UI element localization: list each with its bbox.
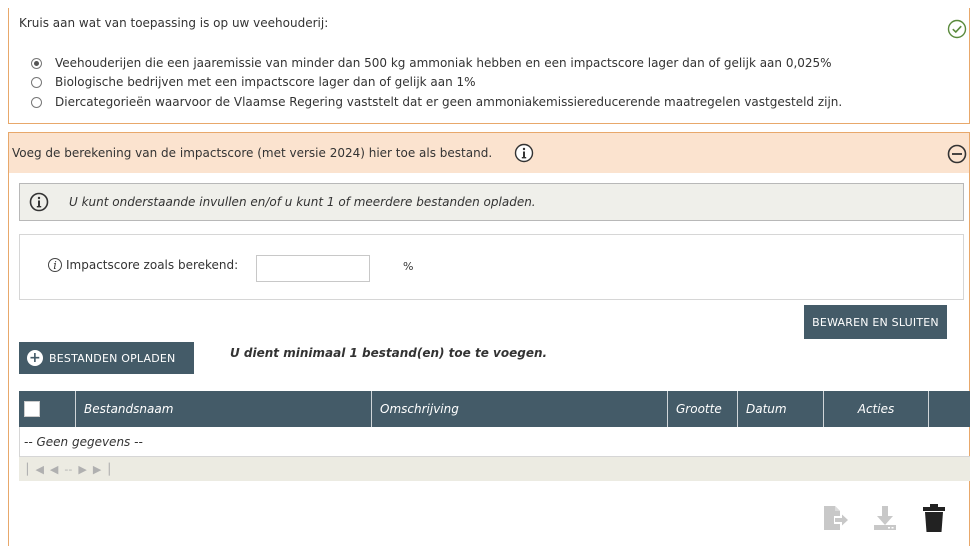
impactscore-label: i Impactscore zoals berekend: [48,258,238,272]
plus-circle-icon: + [27,350,43,366]
info-alert: U kunt onderstaande invullen en/of u kun… [19,183,964,221]
radio-option-3[interactable]: Diercategorieën waarvoor de Vlaamse Rege… [31,95,842,109]
impactscore-panel-title: Voeg de berekening van de impactscore (m… [12,146,493,160]
impactscore-label-text: Impactscore zoals berekend: [66,258,239,272]
empty-text: -- Geen gegevens -- [24,434,143,449]
info-icon[interactable]: i [48,258,62,272]
column-header-datum[interactable]: Datum [738,391,824,427]
column-header-spacer [929,391,970,427]
page-indicator: -- [64,462,73,476]
radio-label: Diercategorieën waarvoor de Vlaamse Rege… [55,95,843,109]
radio-option-1[interactable]: Veehouderijen die een jaaremissie van mi… [31,56,832,70]
impactscore-panel-header[interactable]: Voeg de berekening van de impactscore (m… [9,133,969,173]
veehouderij-panel: Kruis aan wat van toepassing is op uw ve… [8,8,970,124]
column-header-bestandsnaam[interactable]: Bestandsnaam [76,391,372,427]
upload-files-label: BESTANDEN OPLADEN [49,351,176,365]
upload-requirement-note: U dient minimaal 1 bestand(en) toe te vo… [230,346,548,360]
table-row-empty: -- Geen gegevens -- [19,427,970,457]
radio-option-2[interactable]: Biologische bedrijven met een impactscor… [31,75,476,89]
file-actions-toolbar [821,503,947,533]
table-pager: ▏◀ ◀ -- ▶ ▶▕ [19,457,970,481]
impactscore-form: i Impactscore zoals berekend: % [19,234,964,300]
check-circle-icon [947,19,967,39]
select-all-cell [19,391,76,427]
first-page-icon[interactable]: ▏◀ [27,463,44,476]
table-header: Bestandsnaam Omschrijving Grootte Datum … [19,391,970,427]
last-page-icon[interactable]: ▶▕ [93,463,110,476]
column-header-omschrijving[interactable]: Omschrijving [372,391,668,427]
column-header-acties: Acties [824,391,929,427]
export-icon[interactable] [821,504,849,532]
impactscore-panel: Voeg de berekening van de impactscore (m… [8,132,970,546]
radio-label: Biologische bedrijven met een impactscor… [55,75,476,89]
alert-text: U kunt onderstaande invullen en/of u kun… [69,195,536,209]
save-and-close-button[interactable]: BEWAREN EN SLUITEN [804,305,947,339]
radio-button[interactable] [31,96,42,108]
percent-unit: % [403,260,414,273]
impactscore-input[interactable] [256,255,370,282]
minus-circle-icon[interactable] [947,144,967,164]
info-icon [29,192,49,212]
upload-files-button[interactable]: + BESTANDEN OPLADEN [19,342,194,374]
radio-label: Veehouderijen die een jaaremissie van mi… [55,56,832,70]
radio-button[interactable] [31,76,42,88]
select-all-checkbox[interactable] [24,401,40,417]
download-icon[interactable] [871,504,899,532]
veehouderij-question: Kruis aan wat van toepassing is op uw ve… [19,16,329,30]
next-page-icon[interactable]: ▶ [78,463,86,476]
prev-page-icon[interactable]: ◀ [50,463,58,476]
column-header-grootte[interactable]: Grootte [668,391,738,427]
trash-icon[interactable] [921,503,947,533]
info-icon[interactable] [514,143,534,163]
files-table: Bestandsnaam Omschrijving Grootte Datum … [19,391,970,481]
radio-button[interactable] [31,57,42,69]
